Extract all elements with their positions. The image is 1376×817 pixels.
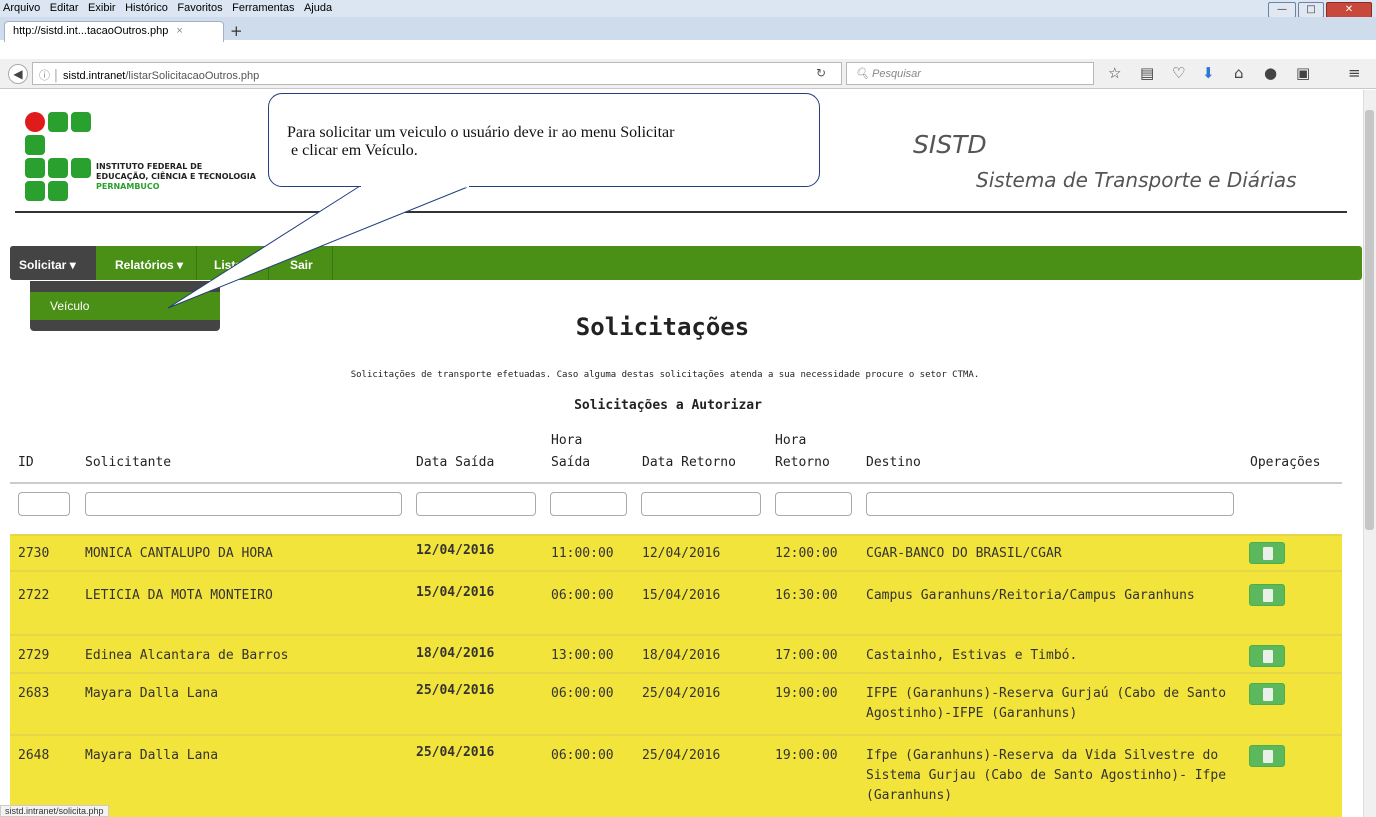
cell-hora-saida: 06:00:00 <box>551 588 614 603</box>
filter-id-input[interactable] <box>18 492 70 516</box>
cell-solicitante: Mayara Dalla Lana <box>85 686 219 701</box>
cell-id: 2683 <box>18 686 50 701</box>
col-header-operacoes: Operações <box>1250 455 1321 470</box>
document-search-icon <box>1263 750 1273 763</box>
cell-data-retorno: 25/04/2016 <box>642 686 721 701</box>
cell-hora-saida: 06:00:00 <box>551 748 614 763</box>
col-header-hora-retorno: Hora Retorno <box>775 430 830 474</box>
cell-hora-retorno: 16:30:00 <box>775 588 838 603</box>
cell-id: 2729 <box>18 648 50 663</box>
cell-data-retorno: 18/04/2016 <box>642 648 721 663</box>
col-header-hora-retorno-l1: Hora <box>775 433 807 448</box>
cell-solicitante: Edinea Alcantara de Barros <box>85 648 289 663</box>
cell-data-saida: 12/04/2016 <box>416 543 495 558</box>
cell-solicitante: LETICIA DA MOTA MONTEIRO <box>85 588 273 603</box>
col-header-data-saida: Data Saída <box>416 455 495 470</box>
document-search-icon <box>1263 650 1273 663</box>
filter-destino-input[interactable] <box>866 492 1234 516</box>
cell-destino: IFPE (Garanhuns)-Reserva Gurjaú (Cabo de… <box>866 686 1227 721</box>
document-search-icon <box>1263 547 1273 560</box>
filter-solicitante-input[interactable] <box>85 492 402 516</box>
filter-data-retorno-input[interactable] <box>641 492 761 516</box>
col-header-hora-saida-l2: Saída <box>551 455 591 470</box>
cell-hora-retorno: 19:00:00 <box>775 748 838 763</box>
page-description: Solicitações de transporte efetuadas. Ca… <box>350 370 980 380</box>
cell-data-retorno: 12/04/2016 <box>642 546 721 561</box>
cell-data-retorno: 25/04/2016 <box>642 748 721 763</box>
document-search-icon <box>1263 589 1273 602</box>
cell-destino: Campus Garanhuns/Reitoria/Campus Garanhu… <box>866 588 1195 603</box>
callout-line2: e clicar em Veículo. <box>287 142 418 159</box>
cell-hora-saida: 11:00:00 <box>551 546 614 561</box>
cell-id: 2730 <box>18 546 50 561</box>
view-details-button[interactable] <box>1249 542 1285 564</box>
cell-data-saida: 18/04/2016 <box>416 646 495 661</box>
view-details-button[interactable] <box>1249 745 1285 767</box>
document-search-icon <box>1263 688 1273 701</box>
cell-hora-retorno: 19:00:00 <box>775 686 838 701</box>
cell-hora-retorno: 17:00:00 <box>775 648 838 663</box>
col-header-id: ID <box>18 455 34 470</box>
col-header-hora-saida-l1: Hora <box>551 433 583 448</box>
cell-id: 2722 <box>18 588 50 603</box>
view-details-button[interactable] <box>1249 683 1285 705</box>
callout-text: Para solicitar um veiculo o usuário deve… <box>287 124 827 160</box>
section-title: Solicitações a Autorizar <box>574 398 762 413</box>
filter-data-saida-input[interactable] <box>416 492 536 516</box>
col-header-hora-saida: Hora Saída <box>551 430 590 474</box>
cell-hora-retorno: 12:00:00 <box>775 546 838 561</box>
cell-id: 2648 <box>18 748 50 763</box>
cell-destino: Castainho, Estivas e Timbó. <box>866 648 1078 663</box>
col-header-destino: Destino <box>866 455 921 470</box>
cell-destino: Ifpe (Garanhuns)-Reserva da Vida Silvest… <box>866 748 1227 803</box>
view-details-button[interactable] <box>1249 584 1285 606</box>
cell-data-saida: 25/04/2016 <box>416 683 495 698</box>
cell-destino: CGAR-BANCO DO BRASIL/CGAR <box>866 546 1062 561</box>
status-bar-url: sistd.intranet/solicita.php <box>0 805 109 817</box>
cell-solicitante: MONICA CANTALUPO DA HORA <box>85 546 273 561</box>
cell-data-saida: 15/04/2016 <box>416 585 495 600</box>
cell-hora-saida: 06:00:00 <box>551 686 614 701</box>
col-header-data-retorno: Data Retorno <box>642 455 736 470</box>
filter-hora-retorno-input[interactable] <box>775 492 852 516</box>
view-details-button[interactable] <box>1249 645 1285 667</box>
cell-solicitante: Mayara Dalla Lana <box>85 748 219 763</box>
cell-data-saida: 25/04/2016 <box>416 745 495 760</box>
col-header-hora-retorno-l2: Retorno <box>775 455 830 470</box>
filter-hora-saida-input[interactable] <box>550 492 627 516</box>
cell-hora-saida: 13:00:00 <box>551 648 614 663</box>
callout-line1: Para solicitar um veiculo o usuário deve… <box>287 124 675 141</box>
header-underline <box>10 482 1342 484</box>
col-header-solicitante: Solicitante <box>85 455 172 470</box>
page-title: Solicitações <box>575 313 750 341</box>
cell-data-retorno: 15/04/2016 <box>642 588 721 603</box>
